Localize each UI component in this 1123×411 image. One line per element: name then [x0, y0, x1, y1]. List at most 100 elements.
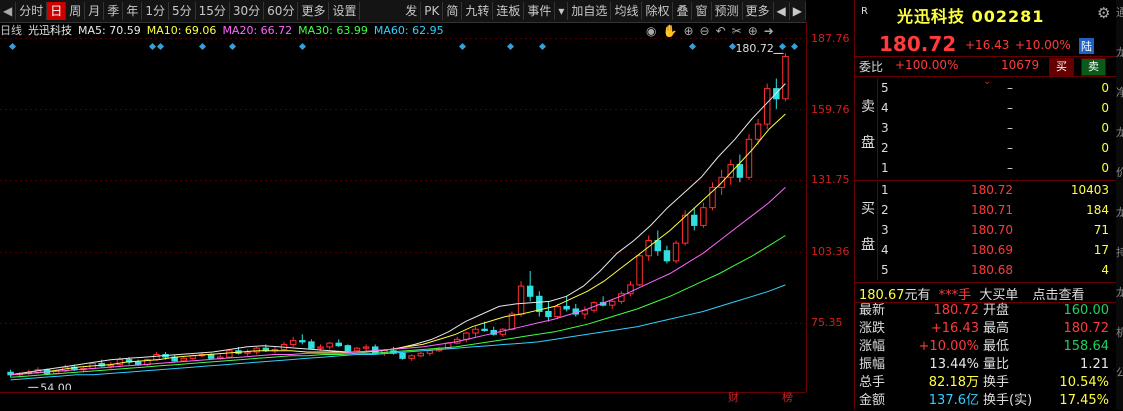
candle-body [709, 186, 716, 209]
sell-button[interactable]: 卖 [1081, 58, 1106, 76]
toolbar-item-6[interactable]: 年 [123, 2, 143, 20]
order-row[interactable]: 1 180.72 10403 [855, 180, 1113, 200]
order-level: 1 [881, 183, 889, 197]
order-volume: 0 [1101, 161, 1109, 175]
candle-body [134, 361, 142, 366]
toolbar-right-item-6[interactable]: ▾ [555, 2, 569, 20]
order-row[interactable]: 3 180.70 71 [855, 220, 1113, 240]
side-tab[interactable]: 持 [1116, 244, 1123, 260]
event-marker [778, 42, 787, 51]
list-marker[interactable]: 榜 [782, 389, 793, 405]
view-detail-link[interactable]: 点击查看 [1032, 288, 1084, 303]
plus-icon[interactable]: ⊕ [748, 24, 758, 38]
side-tab-strip[interactable]: 通龙净龙价龙持龙机公 [1116, 0, 1123, 410]
zoom-out-icon[interactable]: ⊖ [700, 24, 710, 38]
order-volume: 71 [1093, 223, 1109, 237]
exchange-tag: 陆 [1079, 38, 1094, 54]
y-tick-label: 159.76 [811, 102, 850, 116]
order-row[interactable]: 5 – 0 [855, 78, 1113, 98]
side-tab[interactable]: 通 [1116, 4, 1123, 20]
side-tab[interactable]: 价 [1116, 164, 1123, 180]
y-tick-label: 75.35 [811, 316, 843, 330]
candle-body [153, 354, 160, 361]
finance-marker[interactable]: 财 [728, 389, 739, 405]
weibi-diff: 10679 [1001, 58, 1040, 72]
toolbar-item-3[interactable]: 周 [66, 2, 86, 20]
undo-icon[interactable]: ↶ [716, 24, 726, 38]
toolbar-right-item-10[interactable]: 叠 [673, 2, 693, 20]
toolbar-right-item-12[interactable]: 预测 [712, 2, 743, 20]
toolbar-right-item-0[interactable]: 发 [402, 2, 422, 20]
stat-label: 换手 [983, 375, 1010, 390]
toolbar-item-12[interactable]: 更多 [298, 2, 330, 20]
candle-body [654, 240, 662, 252]
candle-body [426, 350, 434, 354]
candle-body [472, 328, 479, 334]
toolbar-right-item-14[interactable]: ◀ [774, 2, 790, 20]
event-marker [688, 42, 697, 51]
order-row[interactable]: 5 180.68 4 [855, 260, 1113, 280]
candle-body [545, 310, 552, 318]
order-level: 3 [881, 223, 889, 237]
arrow-icon[interactable]: ➜ [764, 24, 774, 38]
chart-type-label: 日线 [0, 24, 22, 37]
order-volume: 0 [1101, 121, 1109, 135]
buy-orders: 1 180.72 10403 2 180.71 184 3 180.70 71 4 180.69 17… [855, 180, 1117, 280]
toolbar-right-item-5[interactable]: 事件 [524, 2, 556, 20]
side-tab[interactable]: 龙 [1116, 124, 1123, 140]
order-price: 180.72 [971, 183, 1013, 197]
hand-icon[interactable]: ✋ [662, 24, 677, 38]
stat-label: 最高 [983, 321, 1010, 336]
toolbar-item-11[interactable]: 60分 [264, 2, 299, 20]
candle-body [700, 207, 707, 226]
toolbar-right-item-3[interactable]: 九转 [462, 2, 494, 20]
toolbar-right-item-7[interactable]: 加自选 [568, 2, 612, 20]
toolbar-right-item-4[interactable]: 连板 [493, 2, 525, 20]
stat-row: 振幅 13.44% 量比 1.21 [855, 356, 1113, 374]
y-tick-label: 103.36 [811, 245, 850, 259]
order-row[interactable]: 4 180.69 17 [855, 240, 1113, 260]
event-marker [538, 42, 547, 51]
order-row[interactable]: 2 – 0 [855, 138, 1113, 158]
side-tab[interactable]: 龙 [1116, 204, 1123, 220]
toolbar-right-item-8[interactable]: 均线 [611, 2, 643, 20]
candlestick-chart[interactable]: 180.72 54.00 [0, 38, 806, 390]
toolbar-item-13[interactable]: 设置 [329, 2, 361, 20]
eye-icon[interactable]: ◉ [646, 24, 656, 38]
side-tab[interactable]: 机 [1116, 324, 1123, 340]
buy-button[interactable]: 买 [1049, 58, 1074, 76]
gear-icon[interactable]: ⚙ [1097, 4, 1110, 22]
side-tab[interactable]: 净 [1116, 84, 1123, 100]
side-tab[interactable]: 龙 [1116, 284, 1123, 300]
toolbar-item-9[interactable]: 15分 [196, 2, 230, 20]
toolbar-right-item-13[interactable]: 更多 [743, 2, 774, 20]
stat-row: 涨幅 +10.00% 最低 158.64 [855, 338, 1113, 356]
toolbar-right-item-15[interactable]: ▶ [790, 2, 806, 20]
order-row[interactable]: 2 180.71 184 [855, 200, 1113, 220]
toolbar-right-item-11[interactable]: 窗 [692, 2, 712, 20]
order-row[interactable]: 1 – 0 [855, 158, 1113, 178]
order-row[interactable]: 4 – 0 [855, 98, 1113, 118]
scissors-icon[interactable]: ✂ [732, 24, 742, 38]
weibi-value: +100.00% [895, 58, 959, 72]
toolbar-right-item-9[interactable]: 除权 [642, 2, 674, 20]
toolbar-right-item-1[interactable]: PK [421, 2, 444, 20]
stat-label: 总手 [859, 375, 886, 390]
zoom-in-icon[interactable]: ⊕ [683, 24, 693, 38]
toolbar-item-5[interactable]: 季 [104, 2, 124, 20]
candle-body [362, 346, 370, 349]
side-tab[interactable]: 公 [1116, 364, 1123, 380]
stat-row: 涨跌 +16.43 最高 180.72 [855, 320, 1113, 338]
stat-label: 换手(实) [983, 393, 1033, 408]
toolbar-item-1[interactable]: 分时 [16, 2, 48, 20]
toolbar-item-8[interactable]: 5分 [169, 2, 196, 20]
current-price: 180.72 [879, 32, 957, 56]
toolbar-right-item-2[interactable]: 简 [443, 2, 463, 20]
toolbar-item-7[interactable]: 1分 [142, 2, 169, 20]
toolbar-item-0[interactable]: ◀ [0, 2, 17, 20]
side-tab[interactable]: 龙 [1116, 44, 1123, 60]
toolbar-item-4[interactable]: 月 [85, 2, 105, 20]
toolbar-item-2[interactable]: 日 [47, 2, 67, 20]
toolbar-item-10[interactable]: 30分 [230, 2, 265, 20]
order-row[interactable]: 3 – 0 [855, 118, 1113, 138]
